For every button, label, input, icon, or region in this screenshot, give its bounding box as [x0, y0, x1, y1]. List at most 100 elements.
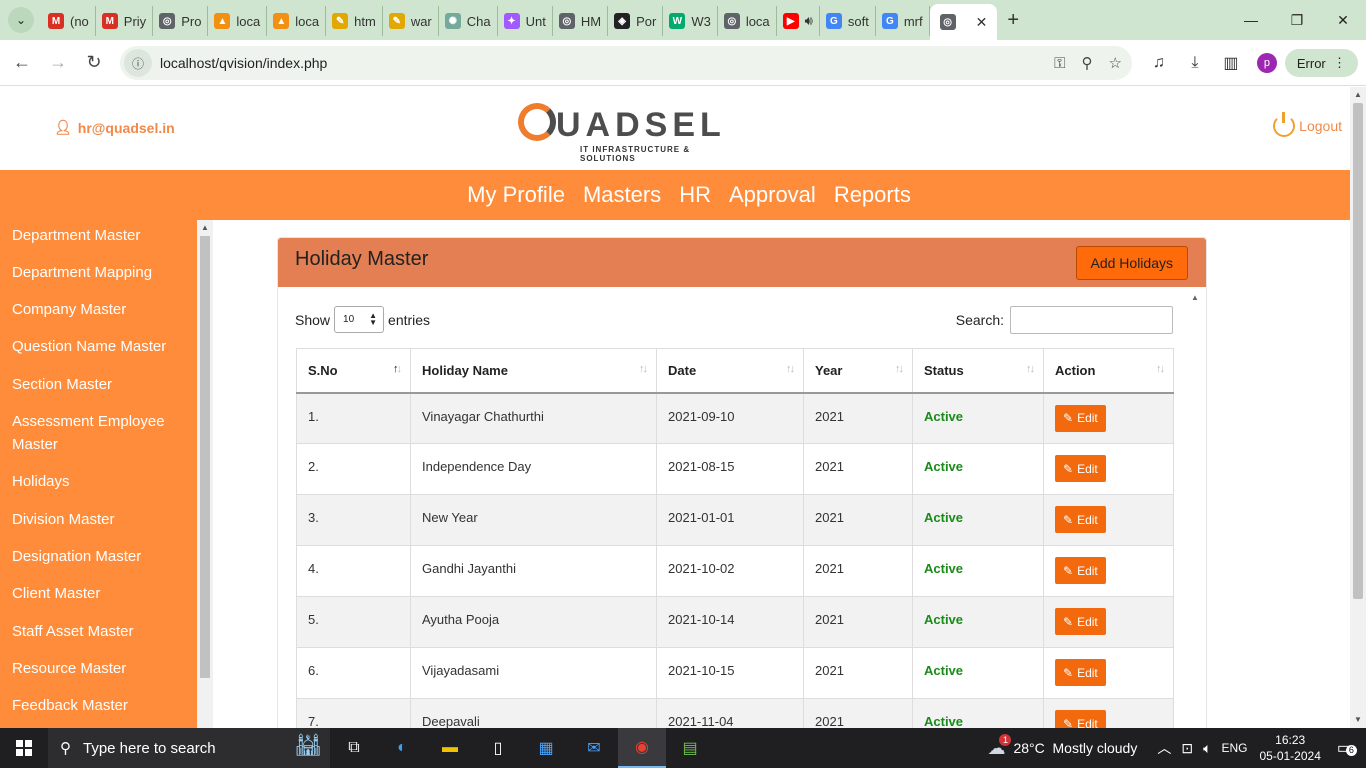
column-header-year[interactable]: Year ↑↓	[803, 348, 913, 394]
entries-select[interactable]: 10 ▲ ▼	[334, 306, 385, 333]
sort-icon[interactable]: ↑↓	[393, 363, 402, 375]
page-scroll-down-icon[interactable]: ▼	[1350, 712, 1366, 728]
browser-tab[interactable]: ✺ Cha	[439, 6, 498, 36]
page-scroll-thumb[interactable]	[1353, 103, 1363, 599]
sort-icon[interactable]: ↑↓	[639, 363, 648, 375]
column-header-s-no[interactable]: S.No ↑↓	[296, 348, 411, 394]
browser-tab[interactable]: Gsoft	[820, 6, 876, 36]
nav-reports[interactable]: Reports	[834, 182, 911, 208]
windows-start-icon[interactable]	[0, 728, 48, 768]
column-header-status[interactable]: Status ↑↓	[912, 348, 1044, 394]
key-icon[interactable]: ⚿	[1054, 55, 1065, 72]
edit-button[interactable]: ✎ Edit	[1055, 608, 1106, 635]
browser-tab[interactable]: W W3	[663, 6, 718, 36]
sidebar-scroll-thumb[interactable]	[200, 236, 210, 678]
sort-icon[interactable]: ↑↓	[1156, 363, 1165, 375]
browser-tab[interactable]: ▲ loca	[208, 6, 268, 36]
url-text[interactable]: localhost/qvision/index.php	[160, 55, 327, 71]
download-icon[interactable]: ⤓	[1177, 54, 1213, 72]
sidebar-item-department-master[interactable]: Department Master	[0, 224, 197, 247]
browser-tab[interactable]: ✎ war	[383, 6, 439, 36]
logout-link[interactable]: Logout	[1273, 112, 1342, 137]
sidebar-item-section-master[interactable]: Section Master	[0, 373, 197, 396]
language-indicator[interactable]: ENG	[1221, 741, 1247, 755]
user-email[interactable]: 👤︎ hr@quadsel.in	[54, 119, 175, 136]
edit-button[interactable]: ✎ Edit	[1055, 557, 1106, 584]
profile-avatar[interactable]: p	[1256, 53, 1277, 73]
site-info-icon[interactable]: ⓘ	[124, 49, 152, 77]
browser-tab[interactable]: ◎ HM	[553, 6, 609, 36]
nav-my-profile[interactable]: My Profile	[467, 182, 565, 208]
forward-icon[interactable]: →	[40, 52, 76, 73]
sort-icon[interactable]: ↑↓	[1026, 363, 1035, 375]
restore-icon[interactable]: ❐	[1274, 0, 1320, 40]
edge-icon[interactable]: ◐	[378, 728, 426, 768]
mail-icon[interactable]: ✉	[570, 728, 618, 768]
edit-button[interactable]: ✎ Edit	[1055, 659, 1106, 686]
network-icon[interactable]: ⊡	[1181, 740, 1193, 757]
search-input[interactable]	[1010, 306, 1173, 334]
store-icon[interactable]: ▦	[522, 728, 570, 768]
sidebar-item-resource-master[interactable]: Resource Master	[0, 657, 197, 680]
browser-tab[interactable]: ◈ Por	[608, 6, 664, 36]
add-holidays-button[interactable]: Add Holidays	[1075, 246, 1188, 280]
edit-button[interactable]: ✎ Edit	[1055, 710, 1106, 728]
file-explorer-icon[interactable]: ▬	[426, 728, 474, 768]
minimize-icon[interactable]: —	[1228, 0, 1274, 40]
reload-icon[interactable]: ↻	[76, 52, 112, 73]
media-icon[interactable]: ♫	[1141, 54, 1177, 72]
omnibox[interactable]: ⓘ localhost/qvision/index.php ⚿ ⚲ ☆	[120, 46, 1132, 80]
browser-tab[interactable]: ▶ 🔊︎	[777, 6, 820, 36]
sidebar-item-division-master[interactable]: Division Master	[0, 508, 197, 531]
chrome-icon[interactable]: ◉	[618, 728, 666, 768]
browser-tab[interactable]: ◎ Pro	[153, 6, 209, 36]
sidebar-scrollbar[interactable]: ▲	[197, 220, 213, 728]
sort-icon[interactable]: ↑↓	[895, 363, 904, 375]
sidebar-item-question-name-master[interactable]: Question Name Master	[0, 335, 197, 358]
browser-tab[interactable]: ✎ htm	[326, 6, 383, 36]
browser-tab[interactable]: ▲ loca	[267, 6, 327, 36]
zoom-icon[interactable]: ⚲	[1082, 54, 1093, 72]
app-icon[interactable]: ▤	[666, 728, 714, 768]
weather-icon[interactable]: ☁ 1	[987, 733, 1012, 759]
star-icon[interactable]: ☆	[1109, 54, 1122, 72]
tab-search-icon[interactable]: ⌄	[8, 7, 34, 33]
notification-icon[interactable]: ▭ 6	[1337, 738, 1357, 758]
sidebar-item-assessment-employee-master[interactable]: Assessment Employee Master	[0, 410, 197, 456]
browser-tab[interactable]: ◎ loca	[718, 6, 777, 36]
sidebar-item-staff-asset-master[interactable]: Staff Asset Master	[0, 620, 197, 643]
tab-active[interactable]: ◎ ✕	[929, 4, 998, 40]
nav-hr[interactable]: HR	[679, 182, 711, 208]
sort-icon[interactable]: ↑↓	[786, 363, 795, 375]
sidebar-item-feedback-master[interactable]: Feedback Master	[0, 694, 197, 717]
new-tab-icon[interactable]: +	[1007, 9, 1019, 32]
column-header-date[interactable]: Date ↑↓	[656, 348, 804, 394]
page-scroll-up-icon[interactable]: ▲	[1350, 87, 1366, 103]
column-header-holiday-name[interactable]: Holiday Name ↑↓	[410, 348, 657, 394]
taskbar-search[interactable]: ⚲ Type here to search 🕌︎	[48, 728, 330, 768]
tab-audio-icon[interactable]: 🔊︎	[805, 13, 813, 29]
sidebar-item-company-master[interactable]: Company Master	[0, 298, 197, 321]
side-panel-icon[interactable]: ▥	[1213, 53, 1249, 73]
browser-tab[interactable]: Gmrf	[876, 6, 930, 36]
sidebar-item-client-master[interactable]: Client Master	[0, 582, 197, 605]
column-header-action[interactable]: Action ↑↓	[1043, 348, 1174, 394]
card-scroll-up-icon[interactable]: ▲	[1191, 293, 1199, 302]
edit-button[interactable]: ✎ Edit	[1055, 404, 1106, 432]
sidebar-item-designation-master[interactable]: Designation Master	[0, 545, 197, 568]
browser-tab[interactable]: ✦ Unt	[498, 6, 553, 36]
volume-icon[interactable]: 🔈︎	[1203, 740, 1211, 757]
edit-button[interactable]: ✎ Edit	[1055, 506, 1106, 533]
back-icon[interactable]: ←	[4, 52, 40, 73]
page-scrollbar[interactable]: ▲ ▼	[1350, 87, 1366, 728]
sidebar-item-department-mapping[interactable]: Department Mapping	[0, 261, 197, 284]
browser-tab[interactable]: M Priy	[96, 6, 154, 36]
scroll-up-icon[interactable]: ▲	[197, 220, 213, 236]
browser-tab[interactable]: M (no	[42, 6, 96, 36]
sidebar-item-holidays[interactable]: Holidays	[0, 470, 197, 493]
nav-approval[interactable]: Approval	[729, 182, 816, 208]
weather-text[interactable]: 28°C Mostly cloudy	[1013, 740, 1137, 756]
close-window-icon[interactable]: ✕	[1320, 0, 1366, 40]
edit-button[interactable]: ✎ Edit	[1055, 455, 1106, 482]
nav-masters[interactable]: Masters	[583, 182, 661, 208]
